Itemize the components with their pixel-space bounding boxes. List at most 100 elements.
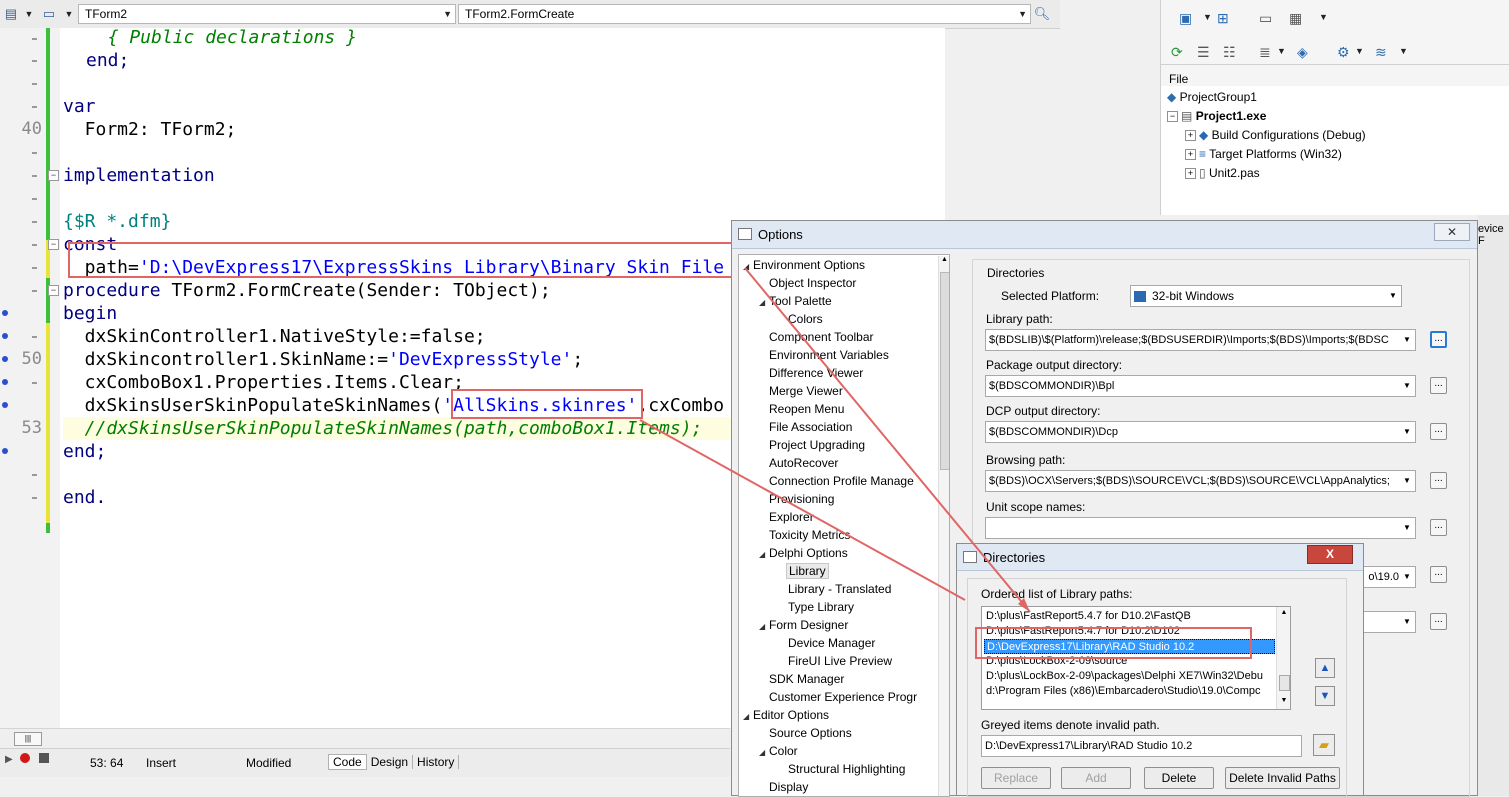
expand-icon[interactable]: +: [1185, 149, 1196, 161]
tree-item-sdk-manager[interactable]: SDK Manager: [769, 672, 844, 686]
hidden-browse-button[interactable]: ...: [1430, 566, 1447, 583]
layers-icon[interactable]: ≋: [1375, 44, 1387, 61]
unit-scope-field[interactable]: ▼: [985, 517, 1416, 539]
replace-button[interactable]: Replace: [981, 767, 1051, 789]
path-edit-field[interactable]: D:\DevExpress17\Library\RAD Studio 10.2: [981, 735, 1302, 757]
tree-item-fireui-live-preview[interactable]: FireUI Live Preview: [788, 654, 892, 668]
tree-vertical-scrollbar[interactable]: ▲: [938, 256, 949, 796]
unit-scope-browse-button[interactable]: ...: [1430, 519, 1447, 536]
tab-design[interactable]: Design: [367, 755, 414, 769]
tree-item-merge-viewer[interactable]: Merge Viewer: [769, 384, 843, 398]
collapse-all-icon[interactable]: ☷: [1223, 44, 1236, 61]
tree-item-connection-profile-manager[interactable]: Connection Profile Manage: [769, 474, 914, 488]
tree-item-source-options[interactable]: Source Options: [769, 726, 852, 740]
chevron-down-icon[interactable]: ▼: [1399, 46, 1408, 56]
tree-item-form-designer[interactable]: ◢ Form Designer: [759, 618, 848, 632]
tree-item-colors[interactable]: Colors: [788, 312, 823, 326]
sync-icon[interactable]: ◈: [1297, 44, 1308, 61]
tree-item-difference-viewer[interactable]: Difference Viewer: [769, 366, 863, 380]
chevron-down-icon[interactable]: ▼: [1203, 12, 1212, 22]
library-path-browse-button[interactable]: ...: [1430, 331, 1447, 348]
add-file-icon[interactable]: ⊞: [1217, 10, 1229, 27]
scroll-up-icon[interactable]: ▲: [1277, 609, 1290, 616]
tree-item-project[interactable]: − ▤ Project1.exe: [1167, 109, 1266, 123]
view-icon[interactable]: ▦: [1289, 10, 1302, 27]
tree-item-environment-variables[interactable]: Environment Variables: [769, 348, 889, 362]
tree-item-delphi-options[interactable]: ◢ Delphi Options: [759, 546, 848, 560]
tree-item-object-inspector[interactable]: Object Inspector: [769, 276, 856, 290]
browsing-path-browse-button[interactable]: ...: [1430, 472, 1447, 489]
add-button[interactable]: Add: [1061, 767, 1131, 789]
hidden-browse-button-2[interactable]: ...: [1430, 613, 1447, 630]
package-output-browse-button[interactable]: ...: [1430, 377, 1447, 394]
delete-button[interactable]: Delete: [1144, 767, 1214, 789]
tree-item-type-library[interactable]: Type Library: [788, 600, 854, 614]
executable-line-dot[interactable]: [2, 310, 8, 316]
expand-all-icon[interactable]: ☰: [1197, 44, 1210, 61]
unit-combo[interactable]: TForm2 ▼: [78, 4, 456, 24]
options-title-bar[interactable]: Options ✕: [732, 221, 1477, 249]
tree-item-toxicity-metrics[interactable]: Toxicity Metrics: [769, 528, 850, 542]
search-icon[interactable]: 🔍︎: [1033, 5, 1051, 23]
browse-folder-button[interactable]: ▰: [1313, 734, 1335, 756]
expand-icon[interactable]: +: [1185, 168, 1196, 180]
directories-title-bar[interactable]: Directories: [957, 544, 1363, 571]
tree-item-editor-options[interactable]: ◢ Editor Options: [743, 708, 829, 722]
scroll-down-icon[interactable]: ▼: [1277, 697, 1290, 704]
tree-item-autorecover[interactable]: AutoRecover: [769, 456, 838, 470]
project-icon[interactable]: ▤: [2, 5, 20, 23]
list-vertical-scrollbar[interactable]: ▲ ▼: [1276, 607, 1290, 709]
tree-item-device-manager[interactable]: Device Manager: [788, 636, 875, 650]
play-icon[interactable]: ▶: [5, 754, 13, 765]
fold-toggle[interactable]: −: [48, 285, 59, 296]
stop-icon[interactable]: [39, 753, 49, 763]
tab-history[interactable]: History: [413, 755, 460, 769]
library-path-field[interactable]: $(BDSLIB)\$(Platform)\release;$(BDSUSERD…: [985, 329, 1416, 351]
executable-line-dot[interactable]: [2, 333, 8, 339]
executable-line-dot[interactable]: [2, 356, 8, 362]
move-down-button[interactable]: ▼: [1315, 686, 1335, 706]
dcp-output-field[interactable]: $(BDSCOMMONDIR)\Dcp ▼: [985, 421, 1416, 443]
tree-item-component-toolbar[interactable]: Component Toolbar: [769, 330, 874, 344]
options-tree[interactable]: ▲ ◢ Environment Options Object Inspector …: [738, 254, 950, 797]
expand-icon[interactable]: +: [1185, 130, 1196, 142]
tree-item-target-platforms[interactable]: + ≡ Target Platforms (Win32): [1185, 147, 1342, 161]
chevron-down-icon[interactable]: ▼: [60, 5, 78, 23]
list-item[interactable]: D:\plus\LockBox-2-09\packages\Delphi XE7…: [984, 669, 1263, 684]
scroll-thumb[interactable]: [940, 272, 949, 470]
collapse-icon[interactable]: −: [1167, 111, 1178, 123]
executable-line-dot[interactable]: [2, 379, 8, 385]
fold-toggle[interactable]: −: [48, 239, 59, 250]
tree-item-structural-highlighting[interactable]: Structural Highlighting: [788, 762, 905, 776]
list-icon[interactable]: ≣: [1259, 44, 1271, 61]
chevron-down-icon[interactable]: ▼: [1355, 46, 1364, 56]
chevron-down-icon[interactable]: ▼: [1319, 12, 1328, 22]
tree-item-reopen-menu[interactable]: Reopen Menu: [769, 402, 844, 416]
scroll-thumb[interactable]: |||: [14, 732, 42, 746]
tab-code[interactable]: Code: [328, 754, 367, 770]
new-item-icon[interactable]: ▣: [1179, 10, 1192, 27]
tree-item-library-selected[interactable]: Library: [786, 563, 829, 579]
scroll-up-icon[interactable]: ▲: [939, 256, 949, 268]
tree-item-file-association[interactable]: File Association: [769, 420, 852, 434]
tree-item-unit[interactable]: + ▯ Unit2.pas: [1185, 166, 1260, 180]
chevron-down-icon[interactable]: ▼: [1277, 46, 1286, 56]
tree-item-library-translated[interactable]: Library - Translated: [788, 582, 891, 596]
tree-item-build-configurations[interactable]: + ◆ Build Configurations (Debug): [1185, 128, 1366, 142]
window-list-icon[interactable]: ▭: [40, 5, 58, 23]
tree-item-project-upgrading[interactable]: Project Upgrading: [769, 438, 865, 452]
platform-select[interactable]: 32-bit Windows ▼: [1130, 285, 1402, 307]
tree-item-tool-palette[interactable]: ◢ Tool Palette: [759, 294, 832, 308]
close-button[interactable]: ✕: [1434, 223, 1470, 241]
delete-invalid-paths-button[interactable]: Delete Invalid Paths: [1225, 767, 1340, 789]
folder-icon[interactable]: ▭: [1259, 10, 1272, 27]
dcp-output-browse-button[interactable]: ...: [1430, 423, 1447, 440]
tree-item-explorer[interactable]: Explorer: [769, 510, 814, 524]
tree-item-project-group[interactable]: ◆ ProjectGroup1: [1167, 90, 1257, 104]
tree-item-display[interactable]: Display: [769, 780, 808, 794]
tree-item-provisioning[interactable]: Provisioning: [769, 492, 834, 506]
record-icon[interactable]: [20, 753, 30, 763]
tree-item-customer-experience[interactable]: Customer Experience Progr: [769, 690, 917, 704]
editor-horizontal-scrollbar[interactable]: |||: [0, 728, 730, 749]
executable-line-dot[interactable]: [2, 402, 8, 408]
